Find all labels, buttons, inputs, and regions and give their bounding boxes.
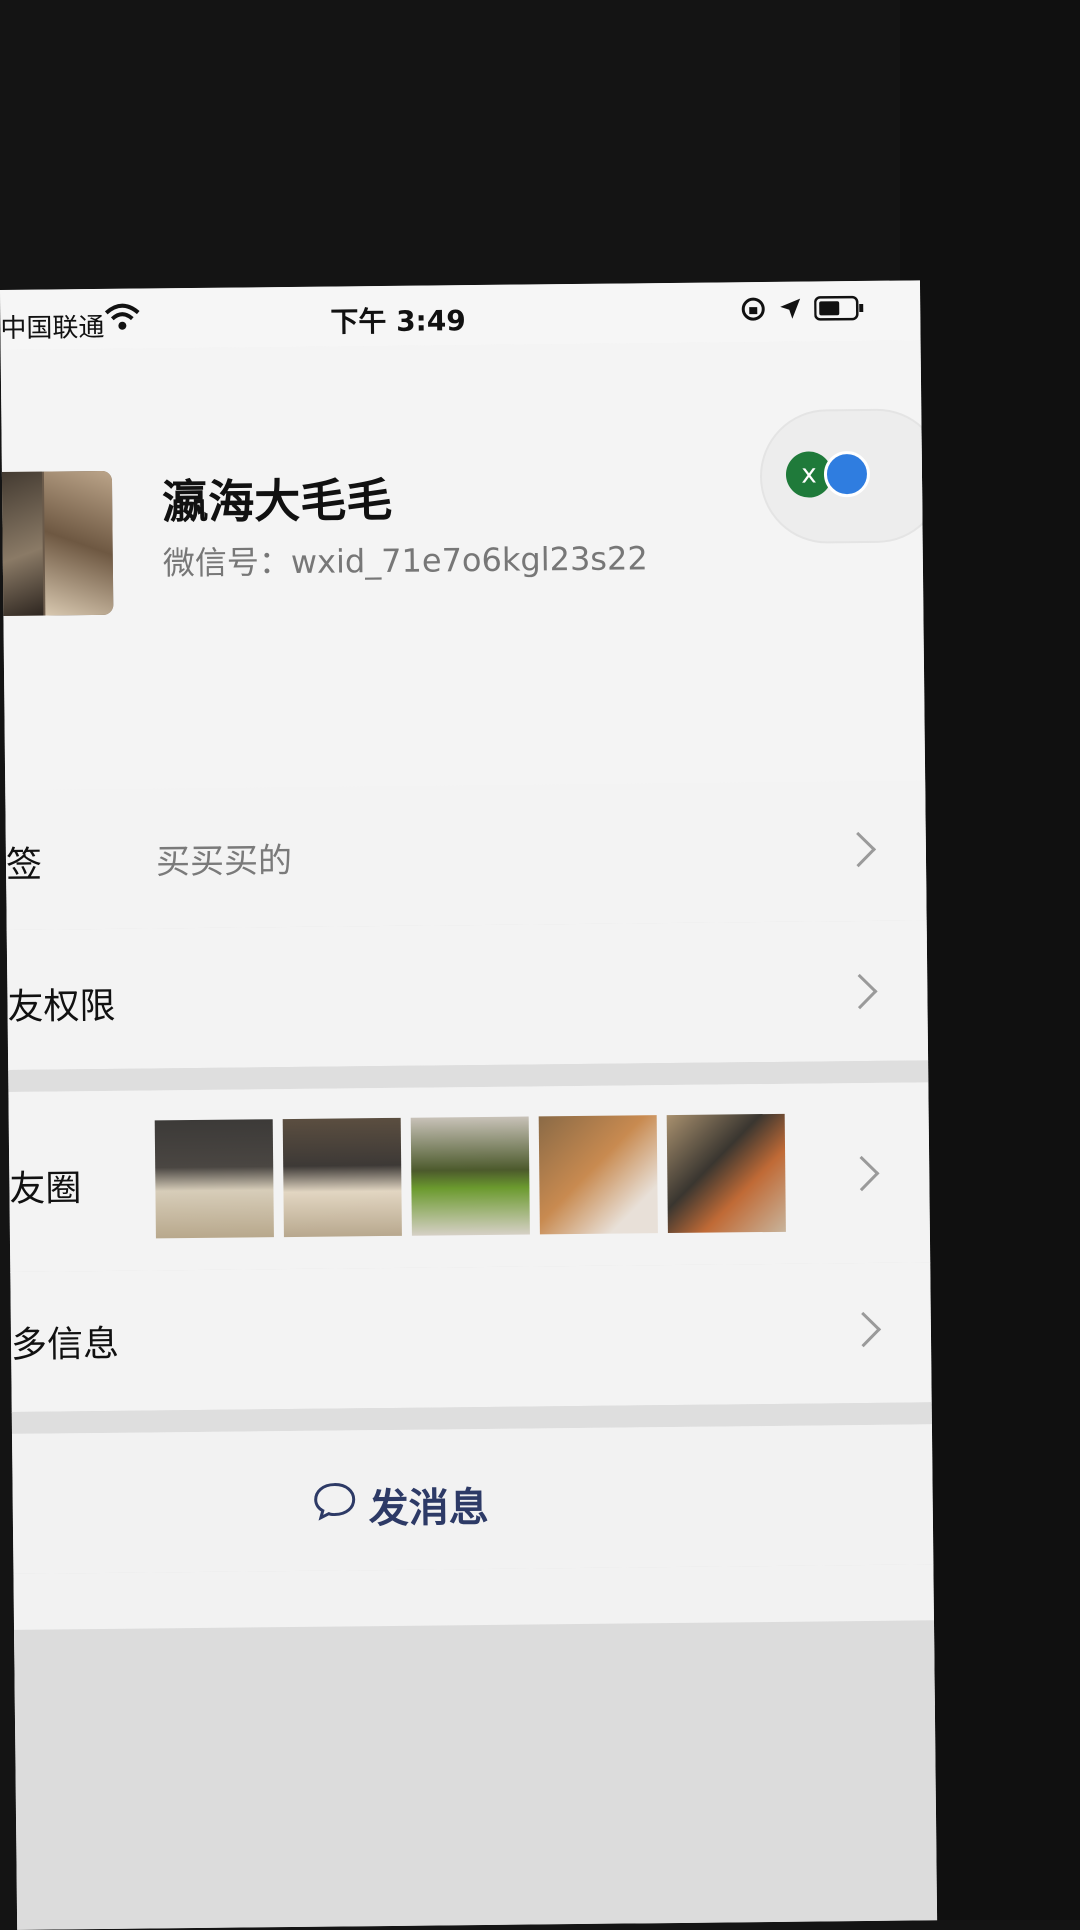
send-message-label: 发消息: [368, 1484, 490, 1533]
moments-photos: [154, 1113, 786, 1239]
row-permissions-label: 友权限: [7, 985, 116, 1028]
profile-name: 瀛海大毛毛: [161, 472, 393, 530]
chevron-right-icon: [845, 1311, 882, 1348]
send-message-button[interactable]: 发消息: [11, 1424, 934, 1575]
status-time: 下午 3:49: [330, 304, 466, 339]
carrier-label: 中国联通: [0, 312, 105, 344]
chevron-right-icon: [840, 831, 877, 868]
location-arrow-icon: [778, 297, 802, 325]
moments-photo: [666, 1113, 786, 1234]
lock-rotation-icon: [740, 296, 766, 326]
moments-photo: [282, 1117, 402, 1238]
wifi-icon: [104, 303, 140, 335]
row-more-info-label: 多信息: [10, 1323, 120, 1366]
moments-photo: [410, 1116, 530, 1236]
status-bar: 中国联通 下午 3:49: [0, 280, 921, 350]
row-tags-value: 买买买的: [155, 840, 293, 883]
empty-area: [14, 1620, 938, 1930]
avatar[interactable]: [0, 470, 114, 617]
moments-photo: [154, 1119, 274, 1239]
row-moments-label: 友圈: [9, 1168, 82, 1210]
status-blue-icon: [823, 450, 871, 498]
phone-screen: 中国联通 下午 3:49 ••• 瀛海大毛毛 微信号：: [0, 280, 938, 1930]
chevron-right-icon: [844, 1155, 880, 1192]
wechat-id: 微信号：wxid_71e7o6kgl23s22: [162, 539, 648, 583]
row-tags[interactable]: 签 买买买的: [5, 780, 927, 931]
battery-icon: [813, 295, 864, 326]
row-tags-label: 签: [5, 844, 43, 886]
chevron-right-icon: [842, 973, 878, 1010]
chat-bubble-icon: [312, 1480, 357, 1530]
row-friend-permissions[interactable]: 友权限: [6, 920, 929, 1071]
moments-photo: [538, 1115, 658, 1235]
status-pill[interactable]: x: [761, 410, 938, 543]
row-more-info[interactable]: 多信息: [10, 1262, 932, 1413]
row-moments[interactable]: 友圈: [8, 1082, 931, 1273]
